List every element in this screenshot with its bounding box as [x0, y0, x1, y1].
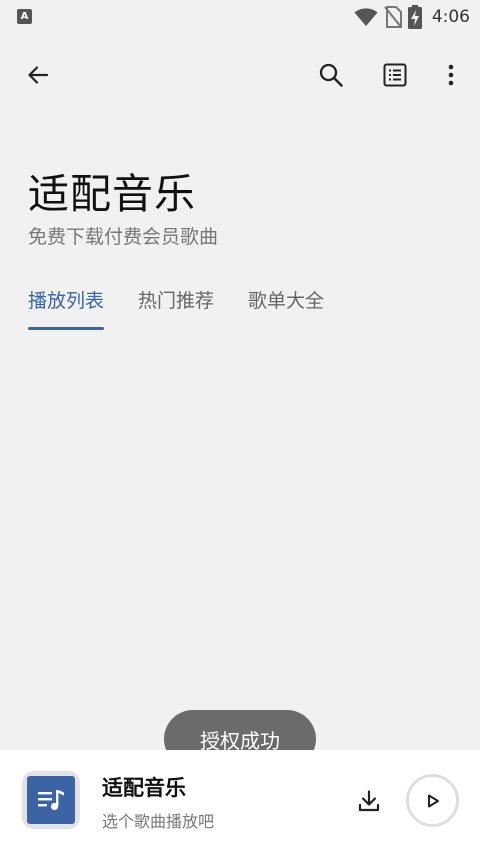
music-note-icon [38, 790, 64, 811]
playlist-button[interactable] [375, 55, 415, 95]
tab-label: 播放列表 [28, 290, 105, 312]
play-icon [427, 794, 439, 807]
back-button[interactable] [18, 55, 58, 95]
wifi-icon [354, 8, 378, 26]
more-vert-icon [448, 64, 454, 86]
tab-label: 歌单大全 [248, 290, 325, 312]
tab-bar: 播放列表 热门推荐 歌单大全 [28, 286, 324, 330]
search-icon [319, 63, 343, 87]
download-icon [358, 790, 380, 812]
download-button[interactable] [350, 782, 388, 820]
search-button[interactable] [311, 55, 351, 95]
app-bar [0, 50, 480, 100]
tab-song-lists[interactable]: 歌单大全 [248, 286, 324, 330]
player-title: 适配音乐 [102, 776, 186, 800]
status-time: 4:06 [431, 7, 470, 27]
album-cover[interactable] [22, 771, 80, 829]
page-subtitle: 免费下载付费会员歌曲 [28, 226, 219, 248]
screen: A 4:06 适配音乐 免费下载付费会员歌曲 播放列表 热门推荐 歌单大全 授权… [0, 0, 480, 853]
tab-label: 热门推荐 [138, 290, 215, 312]
no-sim-icon [384, 6, 402, 28]
notification-icon: A [17, 9, 32, 24]
list-icon [383, 63, 407, 87]
status-icons: 4:06 [354, 5, 470, 29]
page-title: 适配音乐 [28, 170, 196, 218]
mini-player[interactable]: 适配音乐 选个歌曲播放吧 [0, 750, 480, 853]
tab-hot-recommend[interactable]: 热门推荐 [138, 286, 214, 330]
play-button[interactable] [406, 774, 459, 827]
player-subtitle: 选个歌曲播放吧 [102, 812, 215, 831]
back-arrow-icon [28, 66, 49, 84]
tab-indicator [28, 327, 105, 330]
status-bar: A 4:06 [0, 0, 480, 34]
tab-playlist[interactable]: 播放列表 [28, 286, 105, 330]
cover-art [27, 776, 75, 824]
battery-charging-icon [407, 5, 422, 29]
more-options-button[interactable] [431, 55, 471, 95]
